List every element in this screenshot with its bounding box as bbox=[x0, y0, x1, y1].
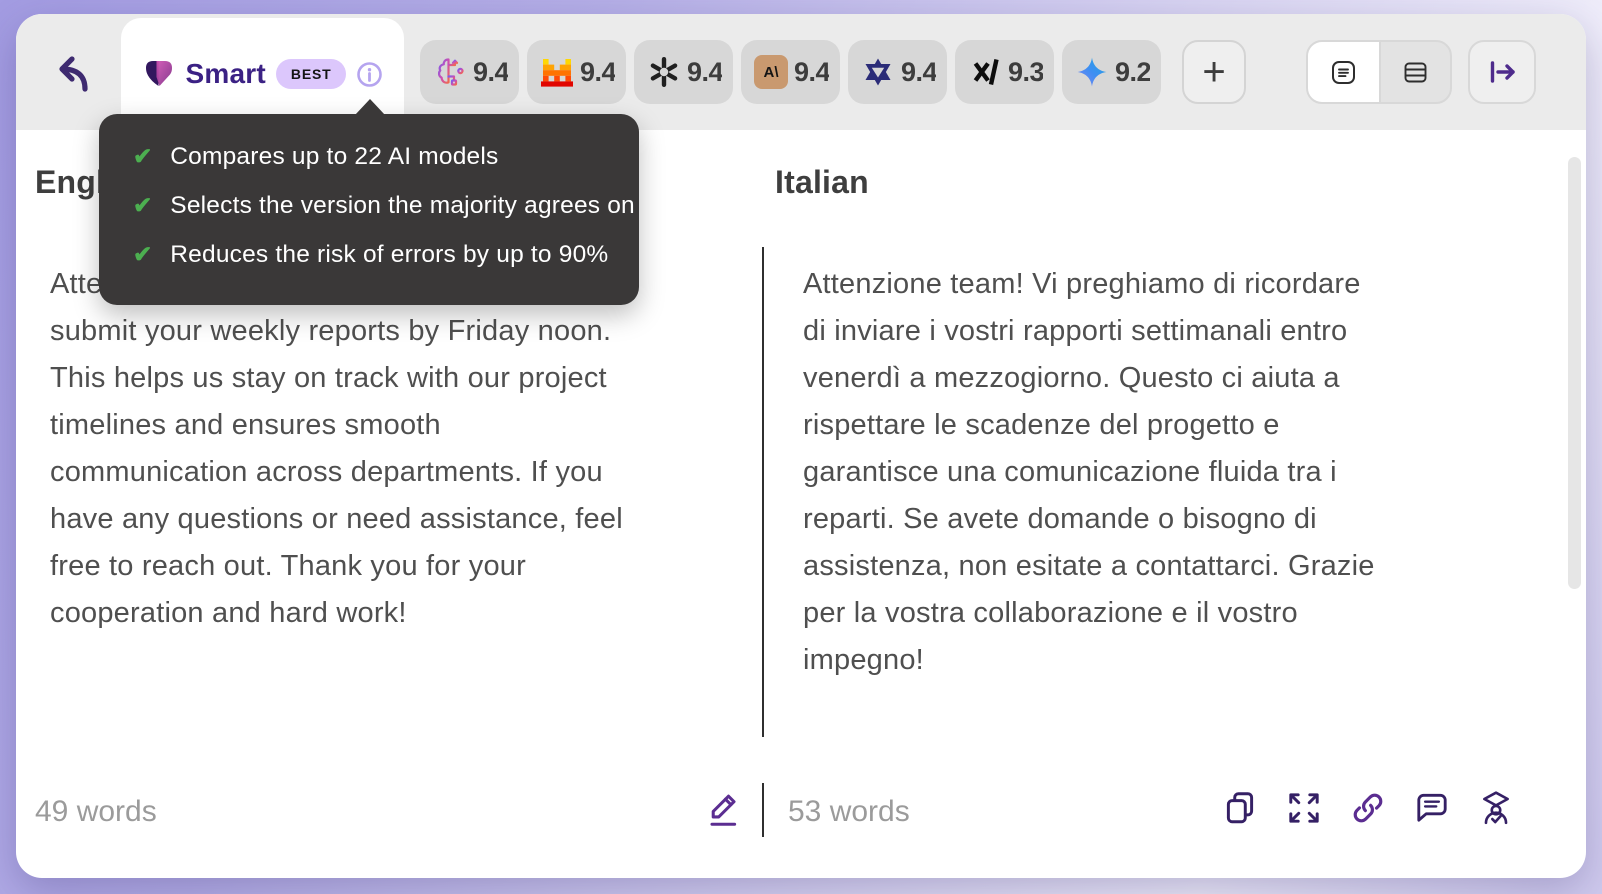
gemini-icon bbox=[1075, 55, 1109, 89]
target-actions bbox=[1221, 788, 1515, 828]
model-tabs: 9.4 9.4 9.4 A\ 9.4 9.4 9.3 9.2 bbox=[420, 40, 1161, 104]
smart-tab-label: Smart bbox=[185, 58, 266, 89]
best-badge: BEST bbox=[275, 59, 347, 89]
link-button[interactable] bbox=[1349, 788, 1387, 828]
tooltip-item: ✔ Reduces the risk of errors by up to 90… bbox=[133, 238, 617, 271]
model-score: 9.4 bbox=[794, 56, 829, 87]
scrollbar-thumb[interactable] bbox=[1568, 157, 1581, 589]
mistral-icon bbox=[540, 55, 574, 89]
tooltip-item: ✔ Compares up to 22 AI models bbox=[133, 140, 617, 173]
toolbar: Smart BEST 9.4 9.4 9.4 A\ 9.4 9.4 9.3 9.… bbox=[16, 14, 1586, 130]
xai-icon bbox=[968, 55, 1002, 89]
copy-icon bbox=[1226, 792, 1254, 824]
expand-button[interactable] bbox=[1285, 788, 1323, 828]
table-view-icon bbox=[1404, 62, 1427, 82]
add-model-button[interactable]: + bbox=[1182, 40, 1246, 104]
model-score: 9.4 bbox=[687, 56, 722, 87]
expand-arrows-icon bbox=[1289, 793, 1319, 823]
model-score: 9.4 bbox=[473, 56, 508, 87]
model-score: 9.3 bbox=[1008, 56, 1043, 87]
column-divider bbox=[762, 247, 764, 737]
tab-model-anthropic[interactable]: A\ 9.4 bbox=[741, 40, 840, 104]
graduate-check-icon bbox=[1483, 791, 1509, 825]
comment-bubble-icon bbox=[1417, 793, 1447, 822]
app-window: Smart BEST 9.4 9.4 9.4 A\ 9.4 9.4 9.3 9.… bbox=[16, 14, 1586, 878]
tab-model-openai[interactable]: 9.4 bbox=[634, 40, 733, 104]
back-arrow-icon bbox=[59, 56, 88, 92]
check-icon: ✔ bbox=[133, 143, 153, 169]
view-table-button[interactable] bbox=[1379, 42, 1450, 102]
tab-model-xai[interactable]: 9.3 bbox=[955, 40, 1054, 104]
tooltip-item: ✔ Selects the version the majority agree… bbox=[133, 189, 635, 222]
qwen-icon bbox=[861, 55, 895, 89]
tab-model-ai-compare[interactable]: 9.4 bbox=[420, 40, 519, 104]
target-language-title: Italian bbox=[775, 164, 869, 200]
back-button[interactable] bbox=[38, 44, 96, 102]
export-button[interactable] bbox=[1468, 40, 1536, 104]
anthropic-icon: A\ bbox=[754, 55, 788, 89]
check-icon: ✔ bbox=[133, 241, 153, 267]
view-card-button[interactable] bbox=[1308, 42, 1379, 102]
model-score: 9.4 bbox=[901, 56, 936, 87]
check-icon: ✔ bbox=[133, 192, 153, 218]
tab-model-gemini[interactable]: 9.2 bbox=[1062, 40, 1161, 104]
smart-info-tooltip: ✔ Compares up to 22 AI models ✔ Selects … bbox=[99, 99, 639, 305]
model-score: 9.4 bbox=[580, 56, 615, 87]
export-arrow-icon bbox=[1490, 61, 1515, 83]
view-toggle bbox=[1306, 40, 1452, 104]
smart-logo-icon bbox=[145, 61, 172, 86]
comment-button[interactable] bbox=[1413, 788, 1451, 828]
source-text[interactable]: Attention team! Please remember to submi… bbox=[50, 261, 762, 637]
edit-pencil-icon bbox=[710, 794, 737, 826]
source-word-count: 49 words bbox=[35, 795, 157, 828]
model-score: 9.2 bbox=[1115, 56, 1150, 87]
tab-model-qwen[interactable]: 9.4 bbox=[848, 40, 947, 104]
expert-review-button[interactable] bbox=[1477, 788, 1515, 828]
card-view-icon bbox=[1332, 60, 1355, 84]
target-text[interactable]: Attenzione team! Vi preghiamo di ricorda… bbox=[803, 261, 1533, 684]
footer-divider bbox=[762, 783, 764, 837]
tab-model-mistral[interactable]: 9.4 bbox=[527, 40, 626, 104]
chain-link-icon bbox=[1353, 793, 1383, 823]
target-word-count: 53 words bbox=[788, 795, 910, 828]
info-icon[interactable] bbox=[356, 61, 383, 88]
copy-button[interactable] bbox=[1221, 788, 1259, 828]
openai-icon bbox=[647, 55, 681, 89]
ai-brain-circuit-icon bbox=[433, 55, 467, 89]
edit-source-button[interactable] bbox=[700, 784, 746, 834]
